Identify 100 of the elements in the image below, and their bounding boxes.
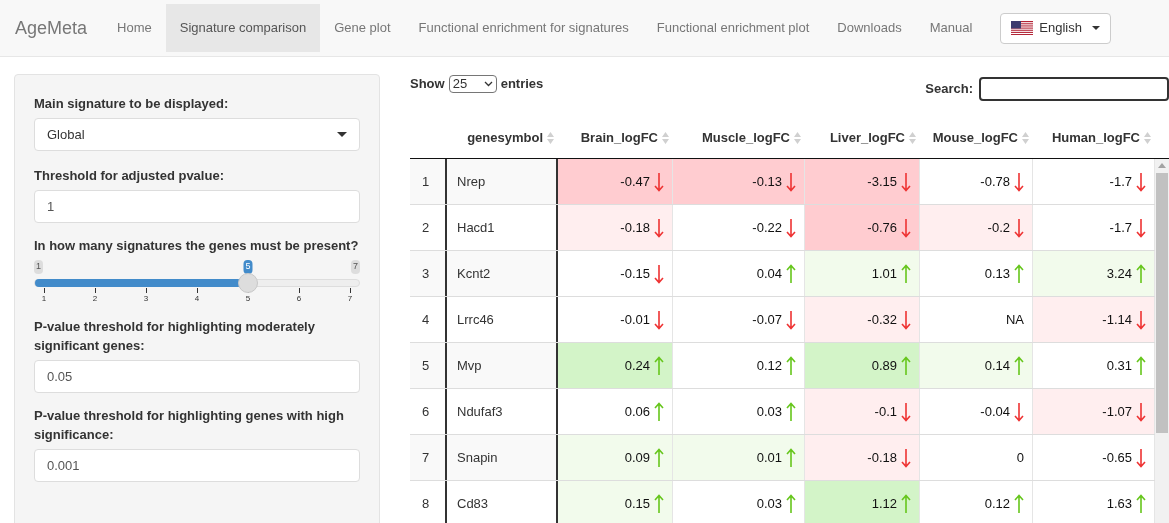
down-arrow-icon — [1014, 171, 1024, 192]
logfc-cell: -0.13 — [673, 159, 805, 204]
down-arrow-icon — [654, 217, 664, 238]
up-arrow-icon — [901, 355, 911, 376]
up-arrow-icon — [654, 401, 664, 422]
column-header[interactable]: Human_logFC — [1033, 128, 1155, 148]
down-arrow-icon — [786, 171, 796, 192]
logfc-cell: -0.18 — [558, 205, 673, 250]
down-arrow-icon — [786, 217, 796, 238]
entries-label: entries — [500, 75, 544, 93]
scroll-thumb[interactable] — [1156, 173, 1168, 433]
down-arrow-icon — [1136, 447, 1146, 468]
logfc-cell: -0.32 — [805, 297, 920, 342]
row-number: 1 — [410, 159, 445, 204]
sort-icon — [547, 131, 554, 145]
up-arrow-icon — [786, 493, 796, 514]
slider-value-label: 5 — [243, 260, 253, 274]
row-number: 5 — [410, 343, 445, 388]
nav-tab[interactable]: Signature comparison — [165, 4, 321, 52]
tick-label: 7 — [347, 293, 353, 305]
tick-label: 2 — [92, 293, 98, 305]
column-header[interactable]: genesymbol — [445, 128, 558, 148]
row-number: 3 — [410, 251, 445, 296]
column-header[interactable]: Muscle_logFC — [673, 128, 805, 148]
down-arrow-icon — [1136, 217, 1146, 238]
gene-cell: Cd83 — [445, 481, 558, 523]
logfc-cell: -0.1 — [805, 389, 920, 434]
entries-select[interactable]: 25 — [448, 74, 497, 93]
down-arrow-icon — [1136, 309, 1146, 330]
down-arrow-icon — [901, 309, 911, 330]
logfc-cell: -1.14 — [1033, 297, 1155, 342]
caret-icon — [1091, 26, 1100, 30]
logfc-cell: -0.18 — [805, 435, 920, 480]
down-arrow-icon — [1136, 171, 1146, 192]
field-label: P-value threshold for highlighting genes with high significance: — [34, 407, 345, 444]
logfc-cell: 1.12 — [805, 481, 920, 523]
slider-handle[interactable] — [237, 273, 258, 293]
up-arrow-icon — [1136, 355, 1146, 376]
up-arrow-icon — [1014, 263, 1024, 284]
gene-cell: Lrrc46 — [445, 297, 558, 342]
gene-cell: Hacd1 — [445, 205, 558, 250]
sort-icon — [909, 131, 916, 145]
nav-tab[interactable]: Gene plot — [320, 4, 405, 52]
field-label: In how many signatures the genes must be present? — [34, 237, 360, 255]
tick-label: 6 — [296, 293, 302, 305]
nav-tab[interactable]: Manual — [915, 4, 987, 52]
up-arrow-icon — [901, 263, 911, 284]
up-arrow-icon — [901, 493, 911, 514]
tick-label: 3 — [143, 293, 149, 305]
column-header[interactable]: Liver_logFC — [805, 128, 920, 148]
input-field[interactable]: 0.05 — [34, 360, 360, 393]
scrollbar[interactable] — [1155, 159, 1169, 523]
signature-select[interactable]: Global — [34, 118, 360, 151]
logfc-cell: 0.14 — [920, 343, 1033, 388]
up-arrow-icon — [654, 493, 664, 514]
down-arrow-icon — [901, 401, 911, 422]
logfc-cell: -3.15 — [805, 159, 920, 204]
up-arrow-icon — [654, 355, 664, 376]
logfc-cell: 0.89 — [805, 343, 920, 388]
up-arrow-icon — [786, 263, 796, 284]
language-select[interactable]: English — [1000, 12, 1111, 44]
flag-icon — [1011, 21, 1034, 35]
show-label: Show — [410, 75, 445, 93]
brand-link[interactable]: AgeMeta — [15, 14, 88, 42]
down-arrow-icon — [1136, 401, 1146, 422]
logfc-cell: -0.47 — [558, 159, 673, 204]
tick-label: 5 — [245, 293, 251, 305]
sort-icon — [662, 131, 669, 145]
search-field[interactable] — [979, 77, 1169, 101]
logfc-cell: -1.07 — [1033, 389, 1155, 434]
nav-tab[interactable]: Functional enrichment plot — [642, 4, 824, 52]
sort-icon — [1144, 131, 1151, 145]
down-arrow-icon — [654, 309, 664, 330]
nav-tab[interactable]: Downloads — [823, 4, 916, 52]
field-label: Threshold for adjusted pvalue: — [34, 167, 225, 185]
nav-tab[interactable]: Functional enrichment for signatures — [404, 4, 643, 52]
up-arrow-icon — [1014, 355, 1024, 376]
down-arrow-icon — [1014, 401, 1024, 422]
down-arrow-icon — [901, 447, 911, 468]
search-label: Search: — [925, 80, 973, 99]
gene-cell: Mvp — [445, 343, 558, 388]
nav-tab[interactable]: Home — [103, 4, 166, 52]
column-header[interactable]: Mouse_logFC — [920, 128, 1033, 148]
tick-label: 4 — [194, 293, 200, 305]
down-arrow-icon — [901, 217, 911, 238]
logfc-cell: 3.24 — [1033, 251, 1155, 296]
row-number: 7 — [410, 435, 445, 480]
down-arrow-icon — [654, 171, 664, 192]
up-arrow-icon — [786, 355, 796, 376]
field-label: Main signature to be displayed: — [34, 95, 230, 113]
down-arrow-icon — [1014, 217, 1024, 238]
tick-label: 1 — [41, 293, 47, 305]
column-header[interactable]: Brain_logFC — [558, 128, 673, 148]
down-arrow-icon — [654, 263, 664, 284]
gene-cell: Ndufaf3 — [445, 389, 558, 434]
logfc-cell: 0.24 — [558, 343, 673, 388]
input-field[interactable]: 1 — [34, 190, 360, 223]
input-field[interactable]: 0.001 — [34, 449, 360, 482]
logfc-cell: 0.01 — [673, 435, 805, 480]
sort-icon — [794, 131, 801, 145]
